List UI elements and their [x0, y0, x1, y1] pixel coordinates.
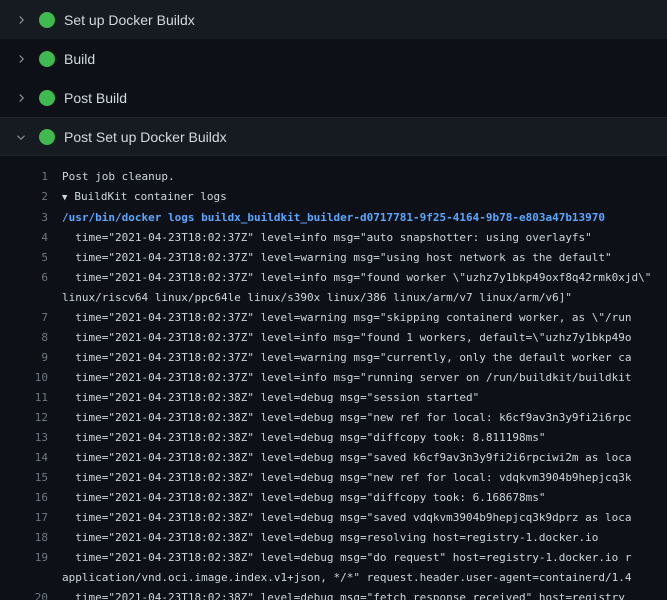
line-number[interactable]: 16 — [0, 488, 48, 508]
log-line: 17 time="2021-04-23T18:02:38Z" level=deb… — [0, 508, 667, 528]
step-row-build[interactable]: Build — [0, 39, 667, 78]
chevron-right-icon — [13, 12, 29, 28]
log-line: application/vnd.oci.image.index.v1+json,… — [0, 568, 667, 588]
log-line: 5 time="2021-04-23T18:02:37Z" level=warn… — [0, 248, 667, 268]
line-number[interactable]: 20 — [0, 588, 48, 600]
line-number[interactable]: 6 — [0, 268, 48, 288]
line-number[interactable]: 19 — [0, 548, 48, 568]
log-line: 4 time="2021-04-23T18:02:37Z" level=info… — [0, 228, 667, 248]
log-line: 15 time="2021-04-23T18:02:38Z" level=deb… — [0, 468, 667, 488]
line-number[interactable]: 11 — [0, 388, 48, 408]
step-label: Set up Docker Buildx — [64, 12, 195, 28]
line-number[interactable]: 14 — [0, 448, 48, 468]
log-text: time="2021-04-23T18:02:38Z" level=debug … — [48, 428, 545, 448]
line-number[interactable]: 2 — [0, 187, 48, 208]
log-text: time="2021-04-23T18:02:37Z" level=warnin… — [48, 348, 632, 368]
log-line: 6 time="2021-04-23T18:02:37Z" level=info… — [0, 268, 667, 288]
step-row-post-set-up-docker-buildx[interactable]: Post Set up Docker Buildx — [0, 117, 667, 156]
check-circle-icon — [39, 129, 55, 145]
log-text: time="2021-04-23T18:02:38Z" level=debug … — [48, 588, 625, 600]
log-text: time="2021-04-23T18:02:37Z" level=info m… — [48, 268, 651, 288]
line-number — [0, 288, 48, 308]
check-circle-icon — [39, 51, 55, 67]
step-row-post-build[interactable]: Post Build — [0, 78, 667, 117]
log-text: time="2021-04-23T18:02:37Z" level=warnin… — [48, 248, 612, 268]
line-number — [0, 568, 48, 588]
log-line: 16 time="2021-04-23T18:02:38Z" level=deb… — [0, 488, 667, 508]
line-number[interactable]: 7 — [0, 308, 48, 328]
log-text: time="2021-04-23T18:02:38Z" level=debug … — [48, 488, 545, 508]
group-title[interactable]: BuildKit container logs — [74, 190, 226, 203]
log-text: application/vnd.oci.image.index.v1+json,… — [48, 568, 632, 588]
log-line: 12 time="2021-04-23T18:02:38Z" level=deb… — [0, 408, 667, 428]
log-line: 3/usr/bin/docker logs buildx_buildkit_bu… — [0, 208, 667, 228]
chevron-right-icon — [13, 90, 29, 106]
check-circle-icon — [39, 12, 55, 28]
log-command-text: /usr/bin/docker logs buildx_buildkit_bui… — [48, 208, 605, 228]
log-text: time="2021-04-23T18:02:38Z" level=debug … — [48, 468, 632, 488]
step-row-set-up-docker-buildx[interactable]: Set up Docker Buildx — [0, 0, 667, 39]
step-label: Post Set up Docker Buildx — [64, 129, 227, 145]
line-number[interactable]: 4 — [0, 228, 48, 248]
line-number[interactable]: 5 — [0, 248, 48, 268]
log-text: time="2021-04-23T18:02:38Z" level=debug … — [48, 528, 598, 548]
log-line: 11 time="2021-04-23T18:02:38Z" level=deb… — [0, 388, 667, 408]
log-line: 18 time="2021-04-23T18:02:38Z" level=deb… — [0, 528, 667, 548]
line-number[interactable]: 8 — [0, 328, 48, 348]
chevron-right-icon — [13, 51, 29, 67]
log-line: 10 time="2021-04-23T18:02:37Z" level=inf… — [0, 368, 667, 388]
line-number[interactable]: 3 — [0, 208, 48, 228]
log-line: linux/riscv64 linux/ppc64le linux/s390x … — [0, 288, 667, 308]
log-line: 8 time="2021-04-23T18:02:37Z" level=info… — [0, 328, 667, 348]
log-text: time="2021-04-23T18:02:38Z" level=debug … — [48, 508, 632, 528]
log-area: 1Post job cleanup.2 ▼ BuildKit container l… — [0, 156, 667, 600]
log-line: 13 time="2021-04-23T18:02:38Z" level=deb… — [0, 428, 667, 448]
log-text: time="2021-04-23T18:02:38Z" level=debug … — [48, 548, 632, 568]
line-number[interactable]: 1 — [0, 167, 48, 187]
log-text: time="2021-04-23T18:02:37Z" level=info m… — [48, 228, 592, 248]
log-line: 7 time="2021-04-23T18:02:37Z" level=warn… — [0, 308, 667, 328]
log-text: time="2021-04-23T18:02:37Z" level=info m… — [48, 368, 632, 388]
group-collapse-icon[interactable]: ▼ — [62, 188, 67, 208]
step-label: Post Build — [64, 90, 127, 106]
line-number[interactable]: 18 — [0, 528, 48, 548]
log-text: time="2021-04-23T18:02:37Z" level=warnin… — [48, 308, 632, 328]
log-text: ▼ BuildKit container logs — [48, 187, 227, 208]
line-number[interactable]: 15 — [0, 468, 48, 488]
log-line: 2 ▼ BuildKit container logs — [0, 187, 667, 208]
log-text: time="2021-04-23T18:02:38Z" level=debug … — [48, 388, 479, 408]
log-line: 9 time="2021-04-23T18:02:37Z" level=warn… — [0, 348, 667, 368]
line-number[interactable]: 9 — [0, 348, 48, 368]
log-line: 19 time="2021-04-23T18:02:38Z" level=deb… — [0, 548, 667, 568]
log-line: 14 time="2021-04-23T18:02:38Z" level=deb… — [0, 448, 667, 468]
log-lines: 1Post job cleanup.2 ▼ BuildKit container l… — [0, 167, 667, 600]
log-text: time="2021-04-23T18:02:38Z" level=debug … — [48, 448, 632, 468]
workflow-log-panel: Set up Docker Buildx Build Post Build Po… — [0, 0, 667, 600]
line-number[interactable]: 12 — [0, 408, 48, 428]
line-number[interactable]: 13 — [0, 428, 48, 448]
check-circle-icon — [39, 90, 55, 106]
log-text: linux/riscv64 linux/ppc64le linux/s390x … — [48, 288, 572, 308]
log-text: time="2021-04-23T18:02:37Z" level=info m… — [48, 328, 632, 348]
line-number[interactable]: 10 — [0, 368, 48, 388]
log-text: time="2021-04-23T18:02:38Z" level=debug … — [48, 408, 632, 428]
log-line: 1Post job cleanup. — [0, 167, 667, 187]
log-text: Post job cleanup. — [48, 167, 175, 187]
line-number[interactable]: 17 — [0, 508, 48, 528]
step-label: Build — [64, 51, 95, 67]
log-line: 20 time="2021-04-23T18:02:38Z" level=deb… — [0, 588, 667, 600]
chevron-down-icon — [13, 129, 29, 145]
